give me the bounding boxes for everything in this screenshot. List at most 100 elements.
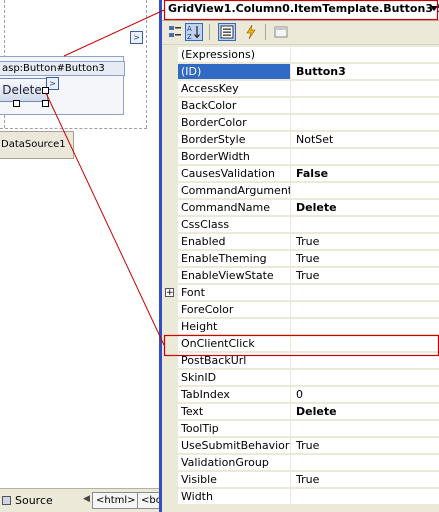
gridview-smart-tag-icon[interactable]: > bbox=[130, 31, 143, 44]
property-name: ToolTip bbox=[178, 421, 291, 437]
view-tab-bar: Source ◀ <html> <bo bbox=[0, 488, 159, 512]
property-pages-icon[interactable] bbox=[272, 23, 290, 41]
events-icon[interactable] bbox=[242, 23, 260, 41]
properties-window: GridView1.Column0.ItemTemplate.Button3 S… bbox=[162, 0, 439, 512]
row-gutter bbox=[162, 200, 178, 217]
object-selector[interactable]: GridView1.Column0.ItemTemplate.Button3 S… bbox=[162, 0, 439, 21]
property-value[interactable] bbox=[291, 370, 439, 386]
resize-handle[interactable] bbox=[13, 100, 20, 107]
row-gutter bbox=[162, 183, 178, 200]
property-value[interactable]: False bbox=[291, 166, 439, 182]
property-name: SkinID bbox=[178, 370, 291, 386]
properties-toolbar: AZ bbox=[162, 21, 439, 45]
property-row[interactable]: (Expressions) bbox=[162, 47, 439, 64]
property-row[interactable]: Visible True bbox=[162, 472, 439, 489]
property-row[interactable]: EnableTheming True bbox=[162, 251, 439, 268]
property-row[interactable]: OnClientClick bbox=[162, 336, 439, 353]
property-value[interactable] bbox=[291, 455, 439, 471]
property-row[interactable]: AccessKey bbox=[162, 81, 439, 98]
property-value[interactable] bbox=[291, 183, 439, 199]
property-grid[interactable]: (Expressions) (ID) Button3 AccessKey BackCol… bbox=[162, 47, 439, 506]
expand-plus-icon[interactable]: + bbox=[165, 288, 174, 298]
property-row[interactable]: Text Delete bbox=[162, 404, 439, 421]
property-value[interactable] bbox=[291, 149, 439, 165]
property-row[interactable]: Enabled True bbox=[162, 234, 439, 251]
properties-icon[interactable] bbox=[218, 23, 236, 41]
property-row[interactable]: SkinID bbox=[162, 370, 439, 387]
property-value[interactable] bbox=[291, 421, 439, 437]
property-value[interactable] bbox=[291, 115, 439, 131]
property-row[interactable]: BackColor bbox=[162, 98, 439, 115]
property-row[interactable]: BorderWidth bbox=[162, 149, 439, 166]
categorized-icon[interactable] bbox=[166, 23, 184, 41]
breadcrumb-html[interactable]: <html> bbox=[92, 492, 140, 509]
property-name: (Expressions) bbox=[178, 47, 291, 63]
datasource-control[interactable]: DataSource1 bbox=[0, 131, 74, 159]
property-name: ValidationGroup bbox=[178, 455, 291, 471]
layout-guide bbox=[0, 128, 147, 129]
property-value[interactable] bbox=[291, 353, 439, 369]
property-value[interactable]: Delete bbox=[291, 200, 439, 216]
property-name: OnClientClick bbox=[178, 336, 291, 352]
property-value[interactable] bbox=[291, 489, 439, 505]
property-value[interactable] bbox=[291, 285, 439, 301]
breadcrumb-body[interactable]: <bo bbox=[137, 492, 159, 509]
property-value[interactable] bbox=[291, 302, 439, 318]
property-row[interactable]: BorderStyle NotSet bbox=[162, 132, 439, 149]
property-value[interactable]: Button3 bbox=[291, 64, 439, 80]
property-value[interactable]: 0 bbox=[291, 387, 439, 403]
property-row[interactable]: BorderColor bbox=[162, 115, 439, 132]
property-row[interactable]: ToolTip bbox=[162, 421, 439, 438]
property-name: Enabled bbox=[178, 234, 291, 250]
row-gutter bbox=[162, 166, 178, 183]
property-name: CommandName bbox=[178, 200, 291, 216]
property-name: PostBackUrl bbox=[178, 353, 291, 369]
property-name: TabIndex bbox=[178, 387, 291, 403]
property-row[interactable]: TabIndex 0 bbox=[162, 387, 439, 404]
design-surface[interactable]: > asp:Button#Button3 Delete > DataSource… bbox=[0, 0, 159, 512]
property-value[interactable]: Delete bbox=[291, 404, 439, 420]
property-name: Visible bbox=[178, 472, 291, 488]
dropdown-arrow-icon[interactable] bbox=[430, 6, 438, 11]
row-gutter: + bbox=[162, 285, 178, 302]
property-row[interactable]: CommandArgument bbox=[162, 183, 439, 200]
resize-handle[interactable] bbox=[42, 87, 49, 94]
property-value[interactable]: True bbox=[291, 251, 439, 267]
property-row[interactable]: ValidationGroup bbox=[162, 455, 439, 472]
resize-handle[interactable] bbox=[42, 100, 49, 107]
crumb-scroll-left-icon[interactable]: ◀ bbox=[83, 494, 90, 504]
source-tab[interactable]: Source bbox=[2, 492, 53, 509]
property-row[interactable]: CommandName Delete bbox=[162, 200, 439, 217]
property-row[interactable]: (ID) Button3 bbox=[162, 64, 439, 81]
property-value[interactable] bbox=[291, 81, 439, 97]
property-value[interactable]: True bbox=[291, 268, 439, 284]
property-row[interactable]: CausesValidation False bbox=[162, 166, 439, 183]
property-row[interactable]: + Font bbox=[162, 285, 439, 302]
delete-button[interactable]: Delete bbox=[0, 78, 48, 102]
template-title: asp:Button#Button3 bbox=[0, 61, 125, 76]
row-gutter bbox=[162, 268, 178, 285]
property-row[interactable]: EnableViewState True bbox=[162, 268, 439, 285]
property-value[interactable]: NotSet bbox=[291, 132, 439, 148]
property-value[interactable] bbox=[291, 336, 439, 352]
alphabetical-icon[interactable]: AZ bbox=[185, 23, 203, 41]
property-value[interactable] bbox=[291, 319, 439, 335]
property-row[interactable]: UseSubmitBehavior True bbox=[162, 438, 439, 455]
property-value[interactable]: True bbox=[291, 472, 439, 488]
property-name: ForeColor bbox=[178, 302, 291, 318]
row-gutter bbox=[162, 234, 178, 251]
row-gutter bbox=[162, 132, 178, 149]
row-gutter bbox=[162, 302, 178, 319]
property-value[interactable] bbox=[291, 47, 439, 63]
property-value[interactable] bbox=[291, 217, 439, 233]
property-value[interactable]: True bbox=[291, 438, 439, 454]
property-row[interactable]: CssClass bbox=[162, 217, 439, 234]
row-gutter bbox=[162, 489, 178, 506]
property-name: BackColor bbox=[178, 98, 291, 114]
property-row[interactable]: PostBackUrl bbox=[162, 353, 439, 370]
property-value[interactable] bbox=[291, 98, 439, 114]
property-row[interactable]: Height bbox=[162, 319, 439, 336]
property-value[interactable]: True bbox=[291, 234, 439, 250]
property-row[interactable]: ForeColor bbox=[162, 302, 439, 319]
property-row[interactable]: Width bbox=[162, 489, 439, 506]
